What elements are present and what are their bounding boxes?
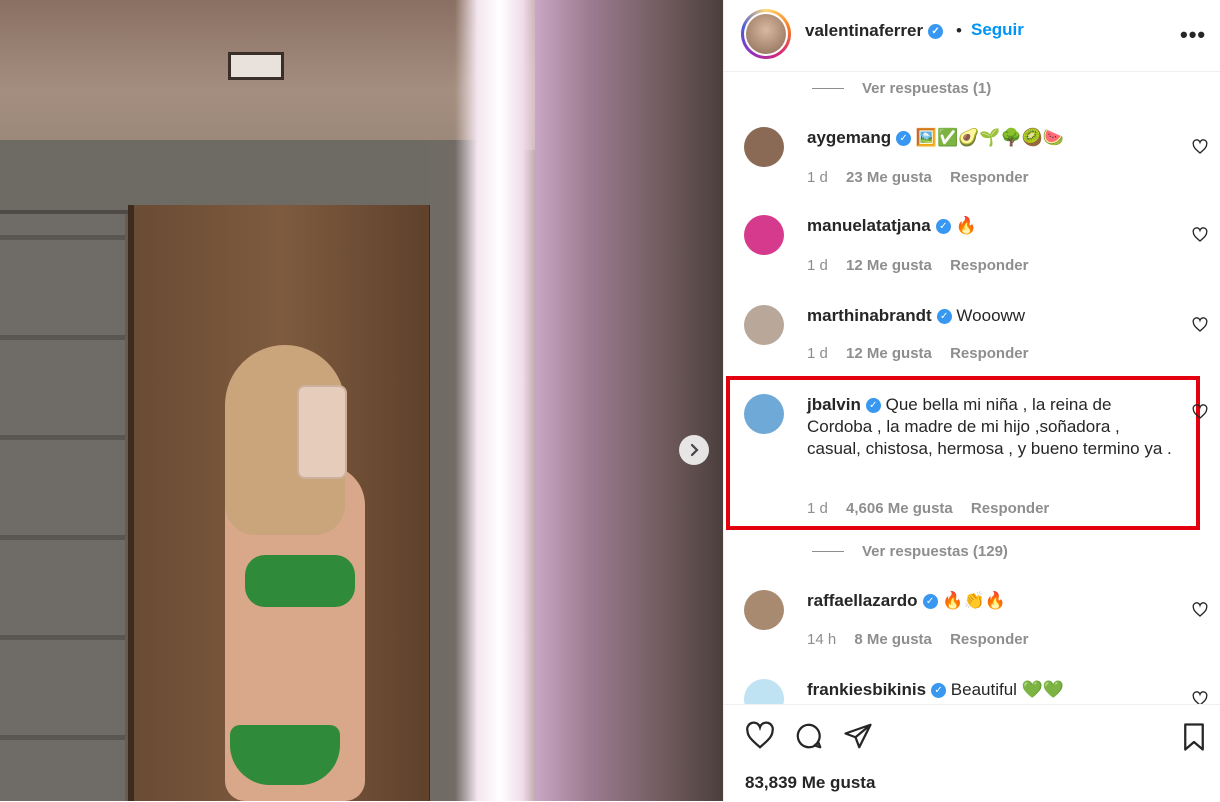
verified-icon: ✓	[936, 309, 952, 325]
verified-icon: ✓	[922, 594, 938, 610]
comment-item: frankiesbikinis ✓ Beautiful 💚💚	[724, 679, 1220, 704]
like-heart-icon[interactable]	[744, 721, 776, 751]
comment-likes[interactable]: 12 Me gusta	[846, 345, 932, 362]
reply-button[interactable]: Responder	[971, 500, 1049, 517]
heart-icon[interactable]	[1192, 602, 1208, 618]
commenter-avatar[interactable]	[744, 394, 784, 434]
comment-text: manuelatatjana ✓ 🔥	[807, 215, 1177, 237]
comment-meta: 1 d 4,606 Me gusta Responder	[807, 500, 1063, 517]
phone	[297, 385, 347, 479]
verified-icon: ✓	[931, 683, 947, 699]
comment-username[interactable]: jbalvin	[807, 395, 861, 414]
view-replies-label[interactable]: Ver respuestas (1)	[862, 80, 991, 97]
person-figure	[205, 345, 375, 801]
likes-count[interactable]: 83,839 Me gusta	[745, 773, 875, 793]
comment-username[interactable]: marthinabrandt	[807, 306, 932, 325]
view-replies-link[interactable]: Ver respuestas (129)	[812, 543, 1008, 560]
share-send-icon[interactable]	[842, 721, 874, 751]
commenter-avatar[interactable]	[744, 127, 784, 167]
comment-username[interactable]: manuelatatjana	[807, 216, 931, 235]
verified-icon: ✓	[935, 219, 951, 235]
heart-icon[interactable]	[1192, 139, 1208, 155]
post-actions: 83,839 Me gusta	[724, 704, 1220, 802]
comment-username[interactable]: raffaellazardo	[807, 591, 918, 610]
comment-likes[interactable]: 8 Me gusta	[854, 631, 932, 648]
reply-button[interactable]: Responder	[950, 345, 1028, 362]
commenter-avatar[interactable]	[744, 215, 784, 255]
ceiling-spotlight	[228, 52, 284, 80]
comment-text: raffaellazardo ✓ 🔥👏🔥	[807, 590, 1177, 612]
reply-button[interactable]: Responder	[950, 257, 1028, 274]
verified-icon: ✓	[896, 131, 912, 147]
view-replies-link[interactable]: Ver respuestas (1)	[812, 80, 991, 97]
comment-likes[interactable]: 4,606 Me gusta	[846, 500, 953, 517]
comment-body: 🔥👏🔥	[942, 591, 1006, 610]
commenter-avatar[interactable]	[744, 679, 784, 704]
replies-line	[812, 88, 844, 89]
mirror-reflection	[535, 0, 723, 801]
post-photo	[0, 0, 723, 801]
comment-username[interactable]: aygemang	[807, 128, 891, 147]
comment-body: 🖼️✅🥑🌱🌳🥝🍉	[915, 128, 1064, 147]
bikini-top	[245, 555, 355, 607]
author-username-row[interactable]: valentinaferrer ✓	[805, 21, 944, 41]
commenter-avatar[interactable]	[744, 590, 784, 630]
comment-likes[interactable]: 23 Me gusta	[846, 169, 932, 186]
comment-username[interactable]: frankiesbikinis	[807, 680, 926, 699]
bikini-bottom	[230, 725, 340, 785]
comment-text: aygemang ✓ 🖼️✅🥑🌱🌳🥝🍉	[807, 127, 1177, 149]
author-username[interactable]: valentinaferrer	[805, 21, 923, 40]
comment-time: 1 d	[807, 169, 828, 186]
separator-dot: •	[956, 21, 962, 40]
next-photo-button[interactable]	[679, 435, 709, 465]
comment-bubble-icon[interactable]	[793, 721, 825, 751]
follow-button[interactable]: Seguir	[971, 20, 1024, 40]
reply-button[interactable]: Responder	[950, 169, 1028, 186]
comment-time: 1 d	[807, 257, 828, 274]
verified-icon: ✓	[865, 398, 881, 414]
comment-text: marthinabrandt ✓ Woooww	[807, 305, 1177, 327]
comment-meta: 1 d 23 Me gusta Responder	[807, 169, 1042, 186]
wall-lintel	[0, 140, 430, 214]
view-replies-label[interactable]: Ver respuestas (129)	[862, 543, 1008, 560]
commenter-avatar[interactable]	[744, 305, 784, 345]
mirror-light-strip	[455, 0, 545, 801]
comment-text: frankiesbikinis ✓ Beautiful 💚💚	[807, 679, 1177, 701]
comment-body: Beautiful 💚💚	[950, 680, 1065, 699]
comment-body: Woooww	[956, 306, 1026, 325]
comment-body: Que bella mi niña , la reina de Cordoba …	[807, 395, 1172, 458]
comment-time: 14 h	[807, 631, 837, 648]
verified-icon: ✓	[928, 24, 944, 40]
comment-body: 🔥	[955, 216, 977, 235]
comment-meta: 14 h 8 Me gusta Responder	[807, 631, 1042, 648]
replies-line	[812, 551, 844, 552]
comment-time: 1 d	[807, 345, 828, 362]
heart-icon[interactable]	[1192, 227, 1208, 243]
heart-icon[interactable]	[1192, 691, 1208, 704]
comment-time: 1 d	[807, 500, 828, 517]
chevron-right-icon	[690, 443, 699, 457]
post-sidebar: valentinaferrer ✓ • Seguir ••• Ver respue…	[723, 0, 1220, 801]
heart-icon[interactable]	[1192, 317, 1208, 333]
post-header: valentinaferrer ✓ • Seguir •••	[724, 0, 1220, 72]
bookmark-icon[interactable]	[1179, 721, 1209, 753]
comment-text: jbalvin ✓ Que bella mi niña , la reina de…	[807, 394, 1177, 460]
comment-meta: 1 d 12 Me gusta Responder	[807, 345, 1042, 362]
stone-wall	[0, 140, 125, 801]
comment-likes[interactable]: 12 Me gusta	[846, 257, 932, 274]
heart-icon[interactable]	[1192, 404, 1208, 420]
more-options-icon[interactable]: •••	[1180, 22, 1206, 48]
author-avatar[interactable]	[741, 9, 791, 59]
comment-meta: 1 d 12 Me gusta Responder	[807, 257, 1042, 274]
reply-button[interactable]: Responder	[950, 631, 1028, 648]
